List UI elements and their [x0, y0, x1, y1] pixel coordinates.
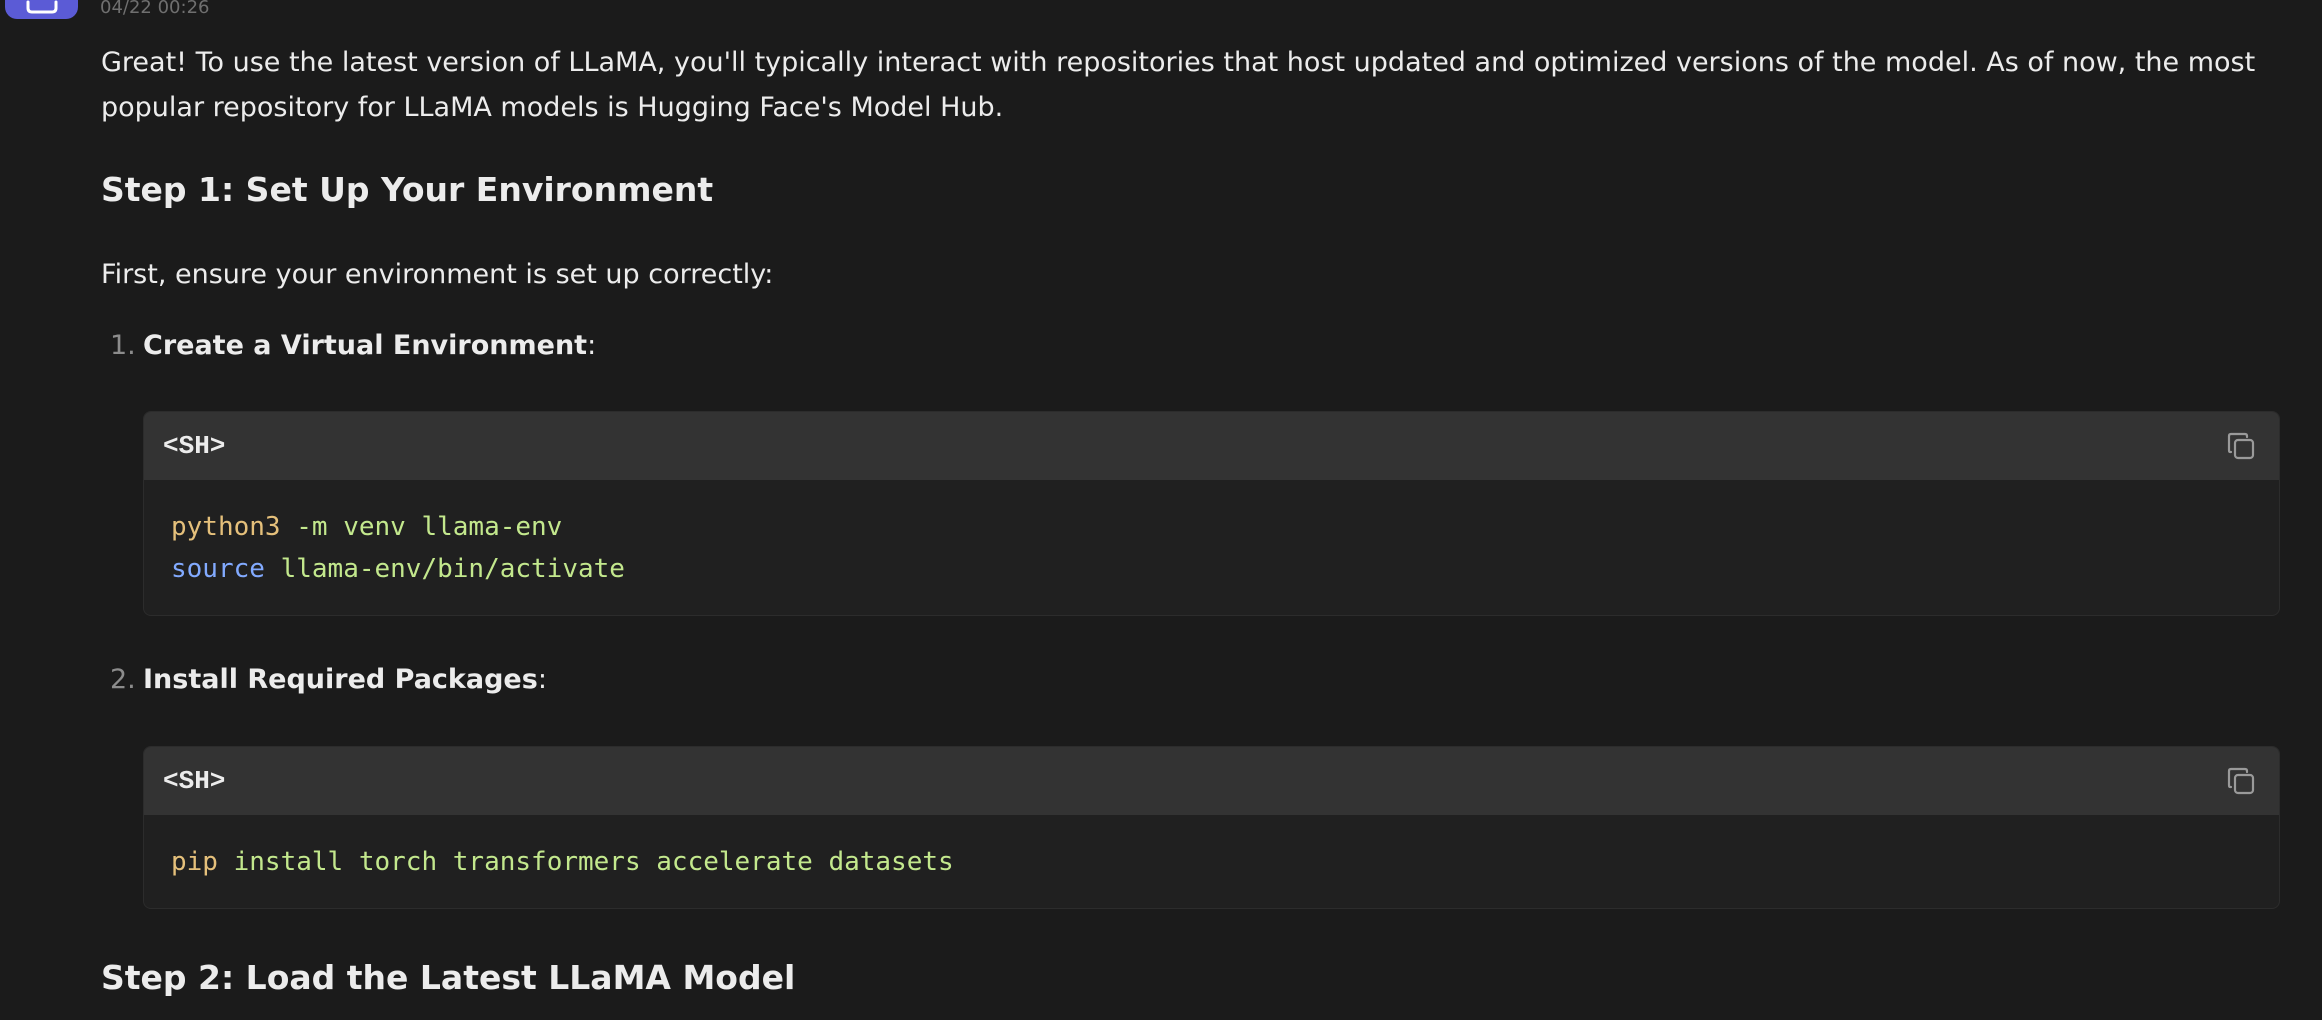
list-item-title: Create a Virtual Environment — [143, 330, 588, 361]
code-block: <SH> python3 -m venv llama-env source lla… — [143, 411, 2280, 616]
code-language-label: <SH> — [163, 766, 226, 796]
intro-paragraph: Great! To use the latest version of LLaM… — [101, 47, 2256, 123]
copy-button[interactable] — [2223, 428, 2259, 464]
copy-button[interactable] — [2223, 763, 2259, 799]
code-line: source llama-env/bin/activate — [171, 548, 2279, 590]
list-item-suffix: : — [537, 664, 547, 695]
code-token-command: source — [171, 554, 265, 584]
bot-avatar — [5, 0, 78, 19]
code-line: pip install torch transformers accelerat… — [171, 841, 2279, 883]
code-line: python3 -m venv llama-env — [171, 506, 2279, 548]
list-number: 2. — [110, 664, 136, 695]
code-header: <SH> — [144, 747, 2279, 815]
copy-icon — [2227, 767, 2255, 795]
code-token-args: -m venv llama-env — [280, 512, 563, 542]
list-item: 1. Create a Virtual Environment: — [110, 326, 596, 366]
list-number: 1. — [110, 330, 136, 361]
code-content[interactable]: pip install torch transformers accelerat… — [144, 815, 2279, 883]
code-header: <SH> — [144, 412, 2279, 480]
list-item: 2. Install Required Packages: — [110, 660, 547, 700]
code-token-command: pip — [171, 847, 218, 877]
step1-heading: Step 1: Set Up Your Environment — [101, 170, 714, 209]
code-token-command: python3 — [171, 512, 281, 542]
bot-avatar-icon — [26, 0, 57, 14]
copy-icon — [2227, 432, 2255, 460]
code-content[interactable]: python3 -m venv llama-env source llama-en… — [144, 480, 2279, 590]
code-token-args: install torch transformers accelerate da… — [217, 847, 954, 877]
step1-lead: First, ensure your environment is set up… — [101, 259, 774, 290]
step2-heading: Step 2: Load the Latest LLaMA Model — [101, 958, 796, 997]
code-token-args: llama-env/bin/activate — [264, 554, 625, 584]
list-item-title: Install Required Packages — [143, 664, 538, 695]
message-timestamp: 04/22 00:26 — [100, 0, 210, 18]
code-block: <SH> pip install torch transformers acce… — [143, 746, 2280, 909]
code-language-label: <SH> — [163, 431, 226, 461]
message-body: Great! To use the latest version of LLaM… — [101, 40, 2281, 130]
list-item-suffix: : — [587, 330, 597, 361]
